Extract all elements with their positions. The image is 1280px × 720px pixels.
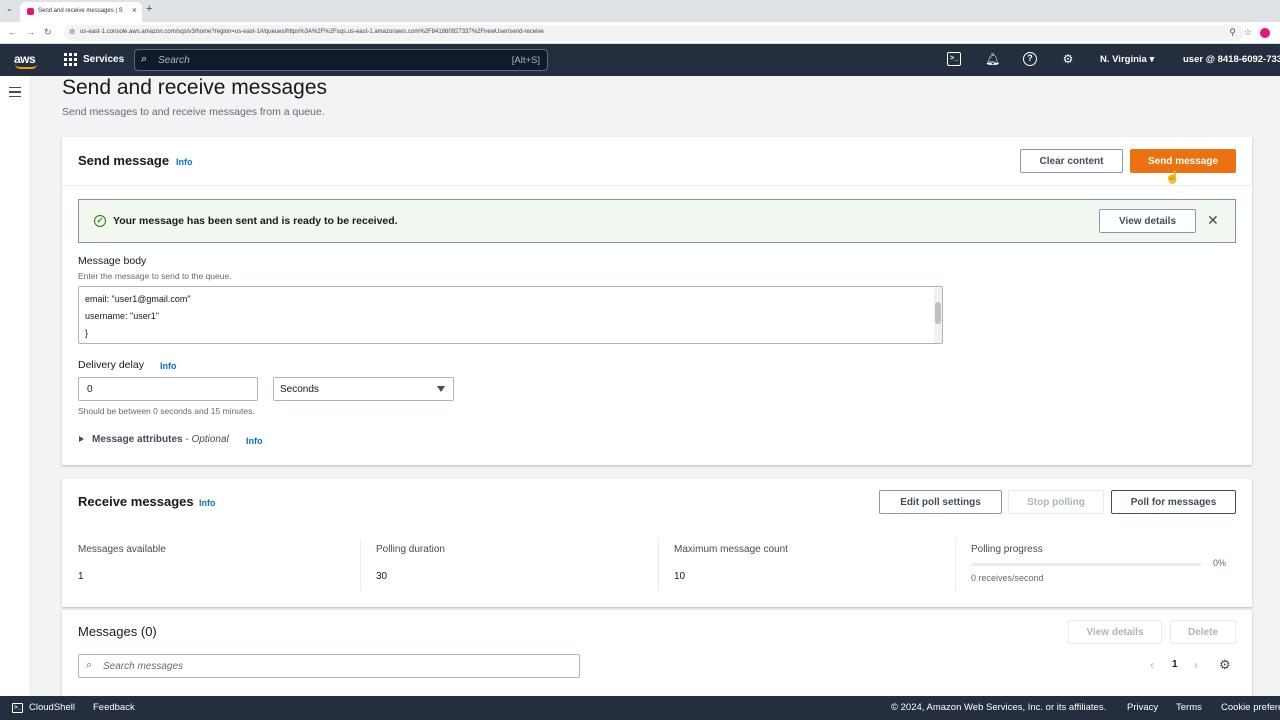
delete-message-button[interactable]: Delete: [1170, 620, 1236, 644]
browser-actions[interactable]: ⚲☆: [1229, 27, 1270, 38]
url-field[interactable]: ⚙ us-east-1.console.aws.amazon.com/sqs/v…: [64, 25, 1244, 41]
cookie-preferences-link[interactable]: Cookie preferences: [1221, 702, 1280, 713]
close-tab-icon[interactable]: ×: [132, 5, 137, 15]
stat-polling-duration: Polling duration 30: [360, 539, 658, 591]
feedback-link[interactable]: Feedback: [93, 702, 135, 713]
stat-maximum-message-count: Maximum message count 10: [658, 539, 956, 591]
delay-unit-select[interactable]: Seconds: [273, 377, 454, 401]
message-body-label: Message body: [78, 255, 147, 267]
profile-icon[interactable]: [1260, 27, 1270, 38]
attributes-info-link[interactable]: Info: [246, 436, 263, 446]
delay-constraint-text: Should be between 0 seconds and 15 minut…: [78, 406, 255, 416]
textarea-scrollbar[interactable]: [934, 287, 942, 343]
cloudshell-icon[interactable]: >_: [947, 52, 961, 66]
expand-caret-icon[interactable]: [79, 436, 84, 442]
stat-messages-available: Messages available 1: [63, 539, 361, 591]
send-message-panel: Send message Info Clear content Send mes…: [62, 137, 1252, 465]
success-check-icon: ✓: [94, 215, 106, 227]
send-message-title: Send message: [78, 153, 170, 168]
side-navigation: [0, 76, 31, 696]
delay-unit-value: Seconds: [280, 384, 319, 395]
search-shortcut: [Alt+S]: [511, 55, 540, 66]
delay-info-link[interactable]: Info: [160, 361, 177, 371]
site-info-icon[interactable]: ⚙: [69, 28, 75, 36]
settings-gear-icon[interactable]: ⚙: [1061, 52, 1075, 66]
console-footer: >_ CloudShell Feedback © 2024, Amazon We…: [0, 696, 1280, 720]
terms-link[interactable]: Terms: [1176, 702, 1202, 713]
search-placeholder: Search: [158, 55, 190, 66]
aws-console-header: aws Services ⌕ Search [Alt+S] >_ 🔔︎ ? ⚙ …: [0, 44, 1280, 76]
search-messages-input[interactable]: ⌕ Search messages: [78, 654, 580, 678]
url-text: us-east-1.console.aws.amazon.com/sqs/v3/…: [80, 29, 544, 35]
aws-smile-icon: [15, 64, 37, 69]
services-grid-icon[interactable]: [64, 53, 77, 66]
cloudshell-icon[interactable]: >_: [12, 703, 23, 713]
privacy-link[interactable]: Privacy: [1127, 702, 1158, 713]
clear-content-button[interactable]: Clear content: [1020, 149, 1123, 173]
next-page-icon[interactable]: ›: [1194, 658, 1198, 672]
account-menu[interactable]: user @ 8418-6092-733: [1183, 54, 1280, 65]
search-messages-placeholder: Search messages: [103, 661, 184, 672]
stop-polling-button[interactable]: Stop polling: [1008, 490, 1104, 514]
message-view-details-button[interactable]: View details: [1068, 620, 1162, 644]
stat-value: 1: [78, 571, 84, 582]
page-title: Send and receive messages: [62, 76, 327, 99]
message-body-description: Enter the message to send to the queue.: [78, 271, 232, 281]
search-icon: ⌕: [86, 659, 93, 671]
browser-tab-title: Send and receive messages | S: [38, 8, 123, 14]
tab-search-icon[interactable]: ⌄: [6, 4, 13, 13]
stat-label: Polling progress: [971, 544, 1043, 555]
browser-tab[interactable]: Send and receive messages | S ×: [20, 2, 142, 22]
new-tab-icon[interactable]: +: [146, 3, 152, 15]
caret-down-icon: [437, 386, 445, 392]
sqs-favicon-icon: [27, 8, 34, 15]
browser-tab-bar: ⌄ Send and receive messages | S × +: [0, 0, 1280, 22]
flash-message: Your message has been sent and is ready …: [113, 215, 398, 227]
divider: [62, 185, 1252, 186]
polling-rate: 0 receives/second: [971, 573, 1044, 583]
send-message-button[interactable]: Send message: [1130, 149, 1236, 173]
search-icon: ⌕: [141, 53, 148, 65]
notifications-bell-icon[interactable]: 🔔︎: [985, 52, 1000, 66]
messages-title: Messages (0): [78, 624, 157, 639]
polling-progress-percent: 0%: [1213, 558, 1227, 568]
stat-value: 10: [674, 571, 686, 582]
message-body-textarea[interactable]: email: "user1@gmail.com" username: "user…: [78, 286, 943, 344]
stat-label: Polling duration: [376, 544, 445, 555]
message-attributes-expander[interactable]: Message attributes - Optional: [92, 434, 229, 445]
receive-info-link[interactable]: Info: [199, 498, 216, 508]
page-number[interactable]: 1: [1172, 659, 1178, 670]
receive-messages-title: Receive messages: [78, 494, 194, 509]
stat-value: 30: [376, 571, 388, 582]
stat-polling-progress: Polling progress 0% 0 receives/second: [955, 539, 1252, 591]
polling-progress-bar: [971, 563, 1201, 566]
copyright-text: © 2024, Amazon Web Services, Inc. or its…: [891, 702, 1107, 713]
services-menu-button[interactable]: Services: [83, 54, 124, 65]
send-info-link[interactable]: Info: [176, 157, 193, 167]
help-icon[interactable]: ?: [1023, 52, 1037, 66]
delivery-delay-input[interactable]: 0: [78, 377, 258, 401]
stat-label: Maximum message count: [674, 544, 788, 555]
aws-logo[interactable]: aws: [14, 52, 37, 69]
dismiss-close-icon[interactable]: ✕: [1207, 212, 1219, 229]
page-subtitle: Send messages to and receive messages fr…: [62, 106, 325, 118]
address-bar: ←→↻ ⚙ us-east-1.console.aws.amazon.com/s…: [0, 22, 1280, 44]
hamburger-menu-icon[interactable]: [9, 87, 21, 97]
mouse-pointer-icon: ☝: [1165, 170, 1180, 184]
success-flash-bar: ✓ Your message has been sent and is read…: [78, 199, 1236, 243]
delivery-delay-label: Delivery delay: [78, 359, 144, 371]
messages-panel: Messages (0) View details Delete ⌕ Searc…: [62, 610, 1252, 700]
browser-nav-icons[interactable]: ←→↻: [8, 27, 61, 38]
stat-label: Messages available: [78, 544, 166, 555]
receive-messages-panel: Receive messages Info Edit poll settings…: [62, 479, 1252, 607]
previous-page-icon[interactable]: ‹: [1150, 658, 1154, 672]
view-details-button[interactable]: View details: [1099, 209, 1196, 233]
cloudshell-link[interactable]: CloudShell: [29, 702, 75, 713]
edit-poll-settings-button[interactable]: Edit poll settings: [879, 490, 1002, 514]
poll-for-messages-button[interactable]: Poll for messages: [1111, 490, 1236, 514]
console-search-input[interactable]: ⌕ Search [Alt+S]: [134, 49, 548, 71]
table-preferences-gear-icon[interactable]: ⚙: [1219, 657, 1231, 673]
region-selector[interactable]: N. Virginia ▾: [1100, 54, 1154, 65]
